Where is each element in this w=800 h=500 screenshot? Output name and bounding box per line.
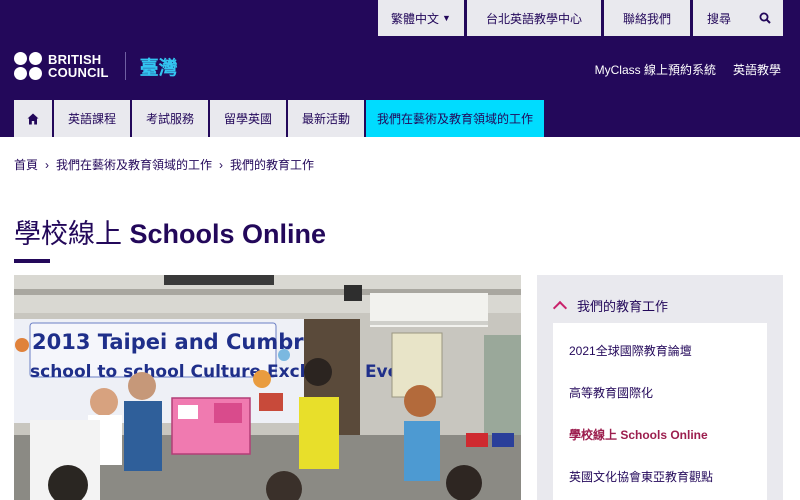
- banner-line2: school to school Culture Exchange Event: [30, 362, 419, 382]
- logo-dots-icon: [14, 52, 42, 80]
- sidebar-item-higher-education[interactable]: 高等教育國際化: [569, 384, 653, 401]
- nav-item-study-uk[interactable]: 留學英國: [210, 100, 286, 137]
- breadcrumb-arts-education[interactable]: 我們在藝術及教育領域的工作: [56, 156, 212, 173]
- classroom-photo: 2013 Taipei and Cumbria school to school…: [14, 275, 521, 500]
- logo-region: 臺灣: [139, 57, 178, 79]
- breadcrumb-our-education[interactable]: 我們的教育工作: [230, 156, 314, 173]
- utility-nav: 繁體中文 ▼ 台北英語教學中心 聯絡我們 搜尋: [375, 0, 783, 36]
- sidebar-heading-label: 我們的教育工作: [577, 299, 669, 314]
- breadcrumb: 首頁 › 我們在藝術及教育領域的工作 › 我們的教育工作: [14, 156, 314, 173]
- sidebar-heading[interactable]: 我們的教育工作: [552, 296, 669, 315]
- main-nav: 英語課程 考試服務 留學英國 最新活動 我們在藝術及教育領域的工作: [14, 100, 546, 137]
- nav-home[interactable]: [14, 100, 52, 137]
- search-button[interactable]: 搜尋: [693, 0, 783, 36]
- search-icon: [759, 12, 771, 24]
- language-selector[interactable]: 繁體中文 ▼: [378, 0, 464, 36]
- myclass-link[interactable]: MyClass 線上預約系統: [595, 61, 716, 78]
- page-title: 學校線上 Schools Online: [14, 212, 326, 251]
- contact-link[interactable]: 聯絡我們: [604, 0, 690, 36]
- sidebar-item-east-asia-perspectives[interactable]: 英國文化協會東亞教育觀點: [569, 468, 713, 485]
- sidebar-list: 2021全球國際教育論壇 高等教育國際化 學校線上 Schools Online…: [553, 323, 767, 500]
- sidebar-item-global-forum[interactable]: 2021全球國際教育論壇: [569, 342, 692, 359]
- nav-item-english-courses[interactable]: 英語課程: [54, 100, 130, 137]
- language-label: 繁體中文: [391, 11, 440, 26]
- logo-wordmark: BRITISH COUNCIL: [48, 52, 109, 80]
- page-title-zh: 學校線上: [14, 219, 122, 250]
- page-title-en: Schools Online: [129, 219, 327, 249]
- logo-divider: [124, 52, 126, 80]
- sidebar-item-schools-online[interactable]: 學校線上 Schools Online: [569, 426, 708, 443]
- nav-item-arts-education[interactable]: 我們在藝術及教育領域的工作: [366, 100, 544, 137]
- header-links: MyClass 線上預約系統 英語教學: [578, 61, 781, 78]
- site-header: 繁體中文 ▼ 台北英語教學中心 聯絡我們 搜尋 BRITISH COUNCIL …: [0, 0, 800, 137]
- chevron-up-icon: [552, 300, 568, 315]
- english-teaching-link[interactable]: 英語教學: [733, 61, 781, 78]
- british-council-logo[interactable]: BRITISH COUNCIL 臺灣: [14, 52, 178, 80]
- taipei-center-link[interactable]: 台北英語教學中心: [467, 0, 601, 36]
- search-label: 搜尋: [707, 11, 732, 26]
- home-icon: [27, 113, 39, 124]
- hero-photo: 2013 Taipei and Cumbria school to school…: [14, 275, 521, 500]
- title-underline: [14, 259, 50, 263]
- caret-down-icon: ▼: [442, 13, 451, 23]
- nav-item-events[interactable]: 最新活動: [288, 100, 364, 137]
- sidebar-nav: 我們的教育工作 2021全球國際教育論壇 高等教育國際化 學校線上 School…: [537, 275, 783, 500]
- nav-item-exams[interactable]: 考試服務: [132, 100, 208, 137]
- chevron-right-icon: ›: [45, 157, 50, 172]
- chevron-right-icon: ›: [219, 157, 224, 172]
- breadcrumb-home[interactable]: 首頁: [14, 156, 38, 173]
